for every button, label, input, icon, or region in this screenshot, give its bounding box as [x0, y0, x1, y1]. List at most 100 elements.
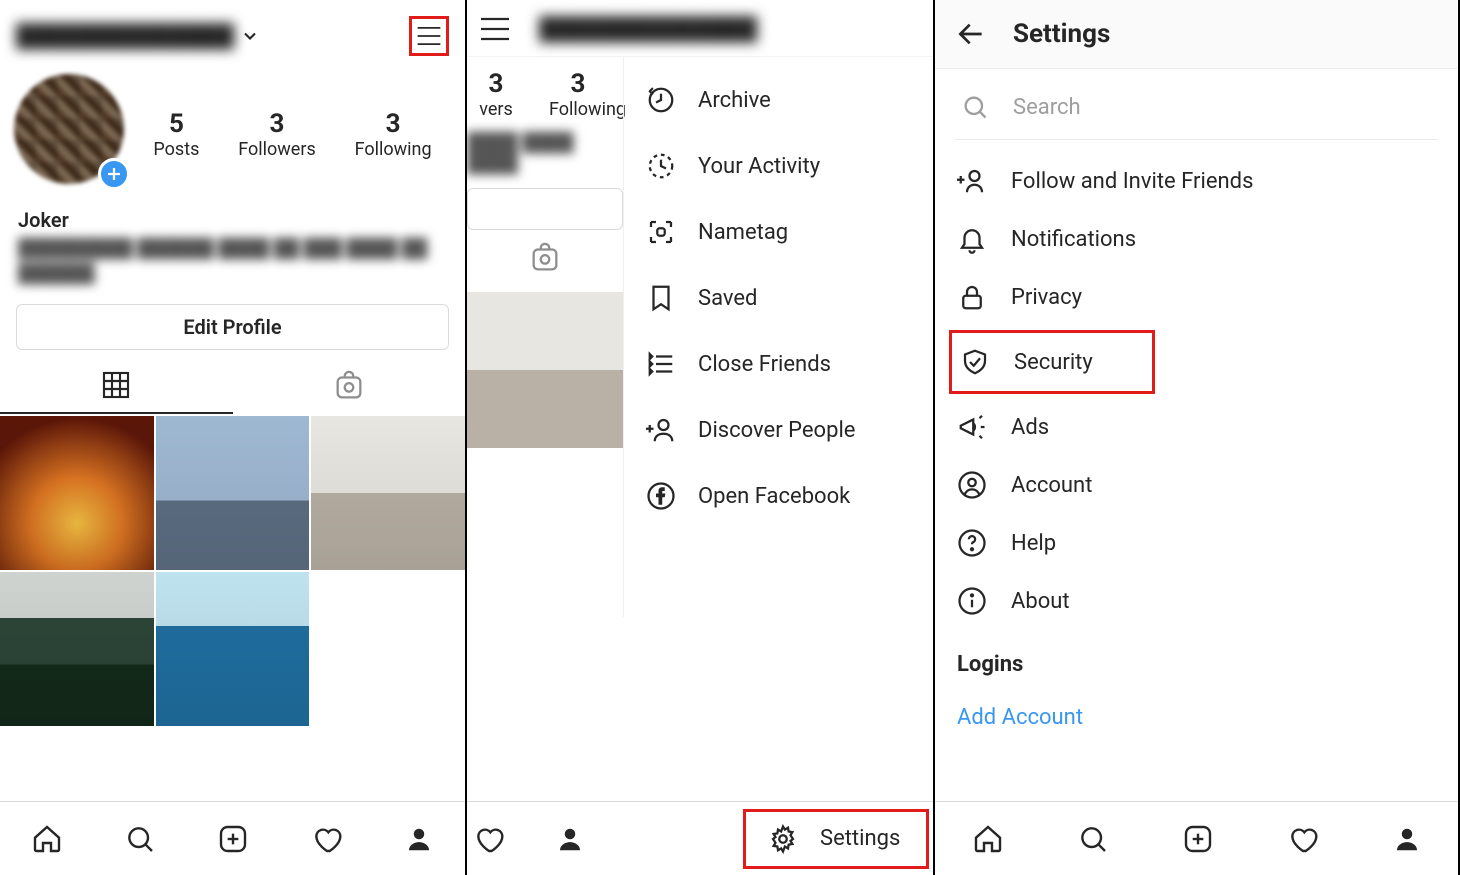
menu-item-label: Close Friends: [698, 352, 831, 377]
lock-icon: [957, 282, 987, 312]
activity-heart-icon[interactable]: [311, 823, 343, 855]
settings-title: Settings: [1013, 19, 1110, 49]
settings-screen: Settings Search Follow and Invite Friend…: [935, 0, 1460, 875]
person-circle-icon: [957, 470, 987, 500]
stat-posts-count: 5: [153, 109, 199, 139]
avatar[interactable]: [14, 74, 134, 194]
photo-thumb[interactable]: [156, 416, 310, 570]
photo-thumb[interactable]: [156, 572, 310, 726]
stat-posts[interactable]: 5 Posts: [153, 109, 199, 160]
menu-item-saved[interactable]: Saved: [624, 265, 933, 331]
settings-item-label: About: [1011, 589, 1070, 614]
settings-item-notifications[interactable]: Notifications: [935, 210, 1458, 268]
search-icon[interactable]: [124, 823, 156, 855]
bookmark-icon: [644, 281, 678, 315]
add-story-badge[interactable]: [98, 158, 130, 190]
bottom-nav: [0, 801, 465, 875]
menu-item-label: Archive: [698, 88, 771, 113]
gear-icon: [766, 822, 800, 856]
new-post-icon[interactable]: [217, 823, 249, 855]
settings-item-about[interactable]: About: [935, 572, 1458, 630]
photo-thumb[interactable]: [0, 416, 154, 570]
menu-item-discover[interactable]: Discover People: [624, 397, 933, 463]
menu-item-label: Nametag: [698, 220, 788, 245]
username-handle[interactable]: ██████████████: [16, 23, 234, 49]
tab-grid[interactable]: [0, 358, 233, 414]
home-icon[interactable]: [972, 823, 1004, 855]
activity-heart-icon[interactable]: [1287, 823, 1319, 855]
stat-following-count: 3: [355, 109, 432, 139]
settings-header: Settings: [935, 0, 1458, 69]
settings-item-label: Privacy: [1011, 285, 1082, 310]
hamburger-menu-button[interactable]: [409, 16, 449, 56]
stat-posts-label: Posts: [153, 139, 199, 160]
stat-followers-partial: 3 vers: [467, 69, 525, 120]
bio-text-partial: ████ ████ ████: [467, 124, 623, 180]
profile-header: ██████████████: [0, 0, 465, 64]
settings-item-help[interactable]: Help: [935, 514, 1458, 572]
search-placeholder: Search: [1013, 95, 1081, 120]
settings-label: Settings: [820, 826, 900, 851]
nametag-icon: [644, 215, 678, 249]
search-icon: [961, 93, 989, 121]
photo-thumb[interactable]: [311, 416, 465, 570]
settings-item-account[interactable]: Account: [935, 456, 1458, 514]
profile-screen: ██████████████ 5 Posts 3 Followers: [0, 0, 467, 875]
profile-icon[interactable]: [555, 824, 585, 854]
stat-following[interactable]: 3 Following: [355, 109, 432, 160]
back-arrow-icon[interactable]: [955, 18, 987, 50]
profile-icon[interactable]: [1392, 824, 1422, 854]
settings-item-follow-invite[interactable]: Follow and Invite Friends: [935, 152, 1458, 210]
settings-item-privacy[interactable]: Privacy: [935, 268, 1458, 326]
stat-following-partial: 3 Following: [549, 69, 607, 120]
side-drawer: Archive Your Activity Nametag Saved Clos…: [623, 57, 933, 617]
photo-thumb[interactable]: [0, 572, 154, 726]
menu-item-label: Discover People: [698, 418, 855, 443]
new-post-icon[interactable]: [1182, 823, 1214, 855]
menu-item-close-friends[interactable]: Close Friends: [624, 331, 933, 397]
info-icon: [957, 586, 987, 616]
profile-icon[interactable]: [404, 824, 434, 854]
settings-item-label: Notifications: [1011, 227, 1136, 252]
shield-icon: [960, 347, 990, 377]
drawer-settings-button[interactable]: Settings: [743, 809, 929, 869]
menu-item-activity[interactable]: Your Activity: [624, 133, 933, 199]
bottom-nav: [935, 801, 1458, 875]
tab-tagged[interactable]: [233, 358, 466, 414]
megaphone-icon: [957, 412, 987, 442]
photo-thumb-partial: [467, 292, 623, 448]
activity-heart-icon[interactable]: [473, 823, 505, 855]
hamburger-menu-button[interactable]: [479, 16, 511, 42]
menu-item-archive[interactable]: Archive: [624, 67, 933, 133]
search-icon[interactable]: [1077, 823, 1109, 855]
menu-item-nametag[interactable]: Nametag: [624, 199, 933, 265]
menu-item-label: Your Activity: [698, 154, 820, 179]
settings-item-label: Account: [1011, 473, 1092, 498]
menu-item-facebook[interactable]: Open Facebook: [624, 463, 933, 529]
bell-icon: [957, 224, 987, 254]
close-friends-icon: [644, 347, 678, 381]
facebook-icon: [644, 479, 678, 513]
archive-icon: [644, 83, 678, 117]
drawer-screen: ██████████████ 3 vers 3 Following ████ █…: [467, 0, 935, 875]
settings-search[interactable]: Search: [955, 93, 1438, 140]
tab-tagged-partial: [467, 230, 623, 286]
drawer-bottom-bar: Settings: [467, 801, 933, 875]
home-icon[interactable]: [31, 823, 63, 855]
discover-people-icon: [644, 413, 678, 447]
bio-block: Joker █████████ ██████ ████ ██ ███ ████ …: [0, 202, 465, 296]
photo-grid: [0, 416, 465, 725]
settings-item-label: Ads: [1011, 415, 1049, 440]
chevron-down-icon[interactable]: [240, 26, 260, 46]
photo-thumb-empty: [311, 572, 465, 726]
settings-item-security[interactable]: Security: [949, 330, 1155, 394]
add-friend-icon: [957, 166, 987, 196]
settings-item-ads[interactable]: Ads: [935, 398, 1458, 456]
stat-followers[interactable]: 3 Followers: [238, 109, 316, 160]
settings-item-label: Follow and Invite Friends: [1011, 169, 1253, 194]
edit-profile-button[interactable]: Edit Profile: [16, 304, 449, 350]
stat-followers-label: Followers: [238, 139, 316, 160]
settings-item-label: Help: [1011, 531, 1056, 556]
activity-icon: [644, 149, 678, 183]
add-account-link[interactable]: Add Account: [935, 685, 1458, 730]
